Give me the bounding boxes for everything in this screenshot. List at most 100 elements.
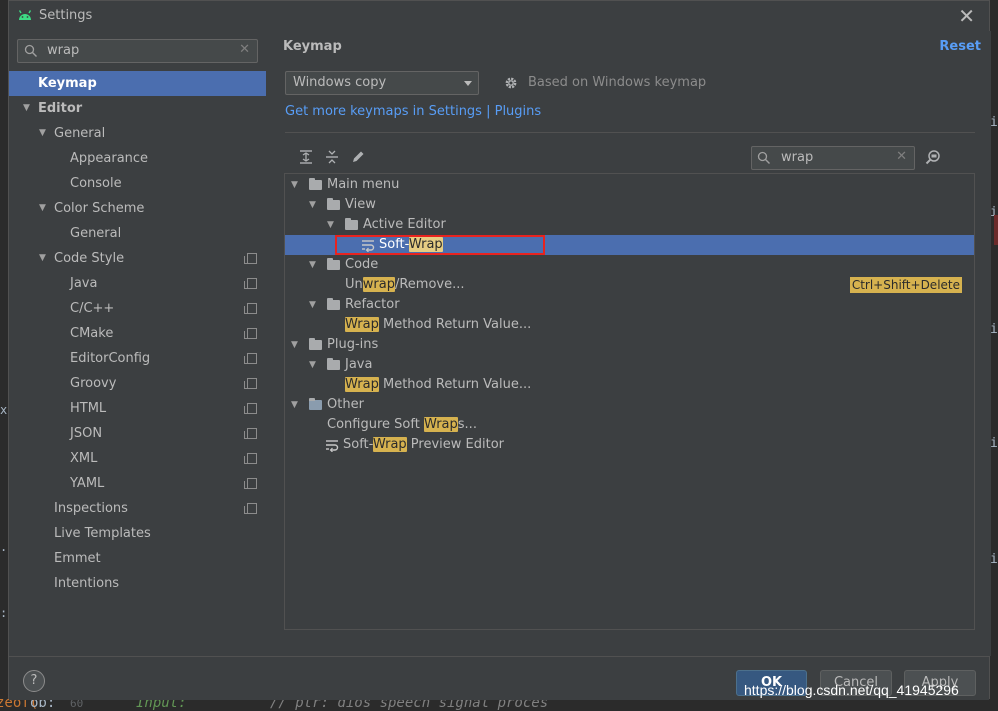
sidebar-item[interactable]: Java <box>9 271 266 296</box>
tree-expand-arrow-icon[interactable]: ▼ <box>309 195 316 215</box>
sidebar-item[interactable]: Appearance <box>9 146 266 171</box>
keymap-action-label: Active Editor <box>363 215 446 235</box>
chevron-down-icon <box>464 81 472 86</box>
folder-icon <box>327 258 340 270</box>
keymap-action-label: Soft-Wrap Preview Editor <box>343 435 504 455</box>
sidebar-item[interactable]: EditorConfig <box>9 346 266 371</box>
tree-expand-arrow-icon[interactable]: ▼ <box>291 335 298 355</box>
sidebar-item[interactable]: XML <box>9 446 266 471</box>
sidebar-item[interactable]: ▼ Color Scheme <box>9 196 266 221</box>
settings-search-input[interactable]: wrap ✕ <box>17 39 258 63</box>
keymap-action-row[interactable]: Unwrap/Remove... Ctrl+Shift+Delete <box>285 275 974 295</box>
keymap-action-row[interactable]: ▼ Plug-ins <box>285 335 974 355</box>
clear-search-icon[interactable]: ✕ <box>239 42 250 57</box>
close-icon[interactable]: ✕ <box>958 4 975 28</box>
keymap-action-row[interactable]: ▼ Java <box>285 355 974 375</box>
sidebar-item-label: JSON <box>70 426 103 441</box>
sidebar-item[interactable]: Intentions <box>9 571 266 596</box>
project-scope-icon <box>244 453 257 464</box>
search-match-highlight: wrap <box>362 277 395 292</box>
sidebar-item-label: Keymap <box>38 76 97 91</box>
keymap-action-row[interactable]: ▼ Other <box>285 395 974 415</box>
get-more-keymaps-link[interactable]: Get more keymaps in Settings | Plugins <box>285 104 541 119</box>
edit-icon[interactable] <box>350 149 366 165</box>
project-scope-icon <box>244 378 257 389</box>
keymap-action-row[interactable]: ▼ Active Editor <box>285 215 974 235</box>
project-scope-icon <box>244 478 257 489</box>
sidebar-item[interactable]: Console <box>9 171 266 196</box>
search-match-highlight: Wrap <box>408 237 443 252</box>
reset-link[interactable]: Reset <box>939 39 981 54</box>
keymap-action-row[interactable]: ▼ View <box>285 195 974 215</box>
keymap-action-row[interactable]: Soft-Wrap <box>285 235 974 255</box>
background-editor-bottom: zeof( ob: 60 Input: // ptr: dios speech … <box>0 699 998 711</box>
sidebar-item-label: Intentions <box>54 576 120 591</box>
clear-search-icon[interactable]: ✕ <box>896 149 907 164</box>
keymap-action-label: Configure Soft Wraps... <box>327 415 477 435</box>
keymap-action-row[interactable]: ▼ Main menu <box>285 175 974 195</box>
keymap-action-row[interactable]: Configure Soft Wraps... <box>285 415 974 435</box>
sidebar-item[interactable]: Keymap <box>9 71 266 96</box>
settings-sidebar: wrap ✕ Keymap ▼ Editor ▼ General Appearance Co… <box>9 31 266 656</box>
settings-search-value: wrap <box>47 43 80 58</box>
sidebar-item[interactable]: General <box>9 221 266 246</box>
sidebar-item[interactable]: YAML <box>9 471 266 496</box>
sidebar-item[interactable]: ▼ General <box>9 121 266 146</box>
label-segment: Refactor <box>345 297 400 312</box>
tree-expand-arrow-icon[interactable]: ▼ <box>309 355 316 375</box>
help-button[interactable]: ? <box>23 670 45 692</box>
project-scope-icon <box>244 353 257 364</box>
tree-expand-arrow-icon[interactable]: ▼ <box>39 246 46 271</box>
sidebar-item[interactable]: ▼ Editor <box>9 96 266 121</box>
tree-expand-arrow-icon[interactable]: ▼ <box>39 121 46 146</box>
keymap-action-label: Code <box>345 255 378 275</box>
keymap-search-input[interactable]: wrap ✕ <box>751 146 915 170</box>
editor-glyph: x <box>0 403 8 417</box>
search-icon <box>757 151 770 164</box>
tree-expand-arrow-icon[interactable]: ▼ <box>309 295 316 315</box>
sidebar-item-label: YAML <box>70 476 105 491</box>
tree-expand-arrow-icon[interactable]: ▼ <box>327 215 334 235</box>
keymap-action-row[interactable]: ▼ Code <box>285 255 974 275</box>
tree-expand-arrow-icon[interactable]: ▼ <box>291 395 298 415</box>
keymap-action-row[interactable]: Wrap Method Return Value... <box>285 375 974 395</box>
sidebar-item[interactable]: CMake <box>9 321 266 346</box>
settings-dialog: Settings ✕ wrap ✕ Keymap ▼ Editor ▼ General A… <box>8 0 991 700</box>
sidebar-item[interactable]: Emmet <box>9 546 266 571</box>
sidebar-item-label: Code Style <box>54 251 125 266</box>
keymap-action-row[interactable]: Wrap Method Return Value... <box>285 315 974 335</box>
gear-icon[interactable] <box>503 75 519 91</box>
tree-expand-arrow-icon[interactable]: ▼ <box>39 196 46 221</box>
sidebar-item[interactable]: Inspections <box>9 496 266 521</box>
sidebar-item-label: Appearance <box>70 151 149 166</box>
project-scope-icon <box>244 303 257 314</box>
tree-expand-arrow-icon[interactable]: ▼ <box>309 255 316 275</box>
editor-glyph: . <box>0 540 8 554</box>
sidebar-item-label: General <box>54 126 106 141</box>
sidebar-item-label: Inspections <box>54 501 128 516</box>
sidebar-item[interactable]: C/C++ <box>9 296 266 321</box>
sidebar-item[interactable]: Live Templates <box>9 521 266 546</box>
sidebar-item[interactable]: ▼ Code Style <box>9 246 266 271</box>
find-by-shortcut-icon[interactable] <box>925 149 942 166</box>
expand-all-icon[interactable] <box>298 149 314 165</box>
sidebar-item[interactable]: Groovy <box>9 371 266 396</box>
tree-expand-arrow-icon[interactable]: ▼ <box>291 175 298 195</box>
sidebar-item[interactable]: HTML <box>9 396 266 421</box>
keymap-action-row[interactable]: ▼ Refactor <box>285 295 974 315</box>
keymap-action-label: Wrap Method Return Value... <box>345 315 531 335</box>
label-segment: Code <box>345 257 379 272</box>
sidebar-item-label: XML <box>70 451 98 466</box>
search-icon <box>24 44 37 57</box>
keymap-dropdown[interactable]: Windows copy <box>285 71 479 95</box>
sidebar-item-label: Color Scheme <box>54 201 145 216</box>
collapse-all-icon[interactable] <box>324 149 340 165</box>
label-segment: View <box>345 197 376 212</box>
label-segment: Un <box>345 277 363 292</box>
editor-code-doc: Input: <box>136 699 187 711</box>
tree-expand-arrow-icon[interactable]: ▼ <box>23 96 30 121</box>
project-scope-icon <box>244 403 257 414</box>
keymap-action-tree: Soft-Wrap Preview Editor Configure Soft W… <box>284 173 975 630</box>
keymap-action-row[interactable]: Soft-Wrap Preview Editor <box>285 435 974 455</box>
sidebar-item[interactable]: JSON <box>9 421 266 446</box>
